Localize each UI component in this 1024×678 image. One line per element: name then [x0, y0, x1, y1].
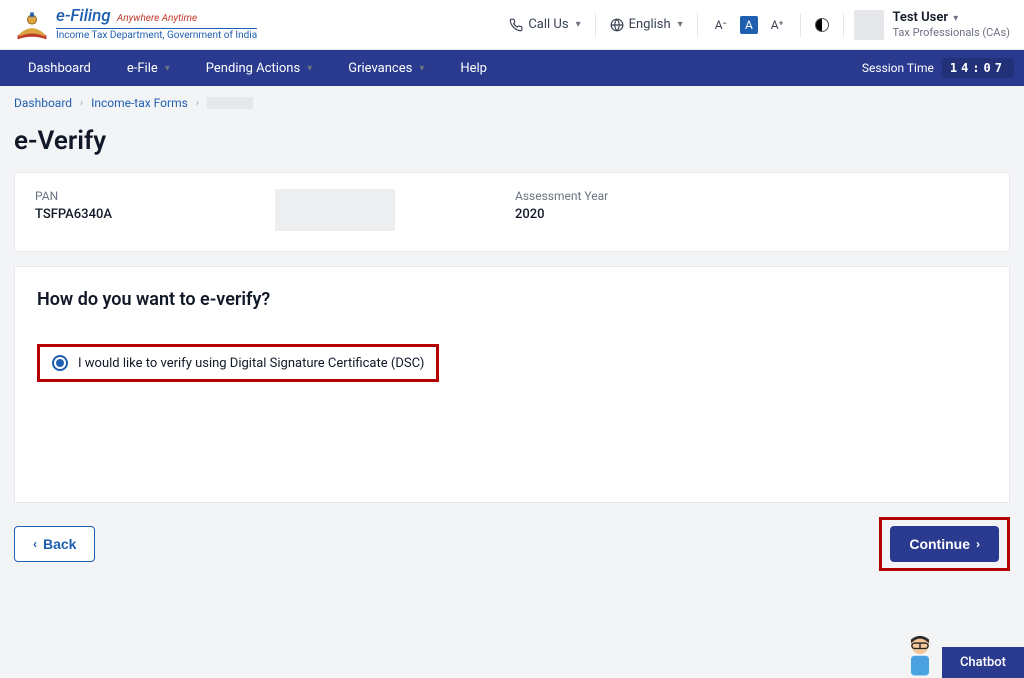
chatbot-label: Chatbot [960, 655, 1006, 670]
nav-label: Grievances [348, 61, 412, 76]
user-role: Tax Professionals (CAs) [892, 26, 1010, 40]
breadcrumb: Dashboard › Income-tax Forms › [0, 86, 1024, 120]
chevron-right-icon: › [196, 98, 199, 109]
phone-icon [509, 18, 523, 32]
nav-label: Pending Actions [206, 61, 300, 76]
ay-value: 2020 [515, 207, 695, 222]
nav-label: Dashboard [28, 61, 91, 76]
nav-pending-actions[interactable]: Pending Actions ▾ [188, 50, 330, 86]
contrast-toggle[interactable] [801, 9, 843, 41]
chatbot-widget: Chatbot [902, 630, 1024, 678]
top-header: e-Filing Anywhere Anytime Income Tax Dep… [0, 0, 1024, 50]
ay-label: Assessment Year [515, 189, 695, 203]
session-timer: Session Time 14:07 [862, 58, 1014, 78]
font-size-controls: A⁻ A A⁺ [698, 16, 801, 34]
back-label: Back [43, 536, 76, 552]
chevron-down-icon: ▾ [576, 19, 581, 30]
chevron-left-icon: ‹ [33, 537, 37, 551]
chevron-right-icon: › [80, 98, 83, 109]
chevron-right-icon: › [976, 537, 980, 551]
redacted-block [275, 189, 395, 231]
verify-question: How do you want to e-verify? [37, 289, 987, 310]
nav-label: Help [460, 61, 487, 76]
chatbot-button[interactable]: Chatbot [942, 647, 1024, 678]
pan-value: TSFPA6340A [35, 207, 215, 222]
font-increase-button[interactable]: A⁺ [766, 16, 789, 34]
brand-logo-block: e-Filing Anywhere Anytime Income Tax Dep… [14, 7, 257, 43]
crumb-income-tax-forms[interactable]: Income-tax Forms [91, 96, 188, 110]
user-menu[interactable]: Test User ▾ Tax Professionals (CAs) [844, 10, 1010, 40]
radio-dsc[interactable] [52, 355, 68, 371]
avatar [854, 10, 884, 40]
brand-main: e-Filing [56, 6, 111, 26]
nav-efile[interactable]: e-File ▾ [109, 50, 188, 86]
verify-card: How do you want to e-verify? I would lik… [14, 266, 1010, 503]
brand-sub: Income Tax Department, Government of Ind… [56, 28, 257, 41]
crumb-dashboard[interactable]: Dashboard [14, 96, 72, 110]
back-button[interactable]: ‹ Back [14, 526, 95, 562]
font-decrease-button[interactable]: A⁻ [710, 16, 732, 34]
session-label: Session Time [862, 61, 934, 75]
chevron-down-icon: ▾ [165, 63, 170, 74]
session-time: 14:07 [942, 58, 1014, 78]
summary-assessment-year: Assessment Year 2020 [515, 189, 695, 235]
nav-help[interactable]: Help [442, 50, 505, 86]
page-title: e-Verify [0, 120, 1024, 172]
contrast-icon [815, 18, 829, 32]
font-default-button[interactable]: A [740, 16, 758, 34]
footer-actions: ‹ Back Continue › [0, 517, 1024, 571]
call-us-label: Call Us [528, 17, 568, 32]
highlighted-option-outline: I would like to verify using Digital Sig… [37, 344, 439, 382]
nav-dashboard[interactable]: Dashboard [10, 50, 109, 86]
language-label: English [629, 17, 671, 32]
user-name: Test User [892, 10, 948, 25]
chevron-down-icon: ▾ [419, 63, 424, 74]
radio-dsc-label: I would like to verify using Digital Sig… [78, 356, 424, 371]
language-dropdown[interactable]: English ▾ [596, 9, 697, 41]
nav-grievances[interactable]: Grievances ▾ [330, 50, 442, 86]
continue-label: Continue [909, 536, 970, 552]
summary-card: PAN TSFPA6340A Assessment Year 2020 [14, 172, 1010, 252]
call-us-dropdown[interactable]: Call Us ▾ [495, 9, 594, 41]
emblem-icon [14, 7, 50, 43]
chevron-down-icon: ▾ [953, 13, 958, 24]
main-nav: Dashboard e-File ▾ Pending Actions ▾ Gri… [0, 50, 1024, 86]
chevron-down-icon: ▾ [307, 63, 312, 74]
highlighted-continue-outline: Continue › [879, 517, 1010, 571]
pan-label: PAN [35, 189, 215, 203]
crumb-current-placeholder [207, 97, 253, 109]
globe-icon [610, 18, 624, 32]
continue-button[interactable]: Continue › [890, 526, 999, 562]
summary-pan: PAN TSFPA6340A [35, 189, 215, 235]
summary-placeholder [275, 189, 455, 235]
brand-tag: Anywhere Anytime [117, 13, 197, 24]
topbar-right: Call Us ▾ English ▾ A⁻ A A⁺ Test User ▾ [495, 9, 1010, 41]
chevron-down-icon: ▾ [678, 19, 683, 30]
chatbot-avatar-icon [902, 630, 938, 676]
nav-label: e-File [127, 61, 158, 76]
